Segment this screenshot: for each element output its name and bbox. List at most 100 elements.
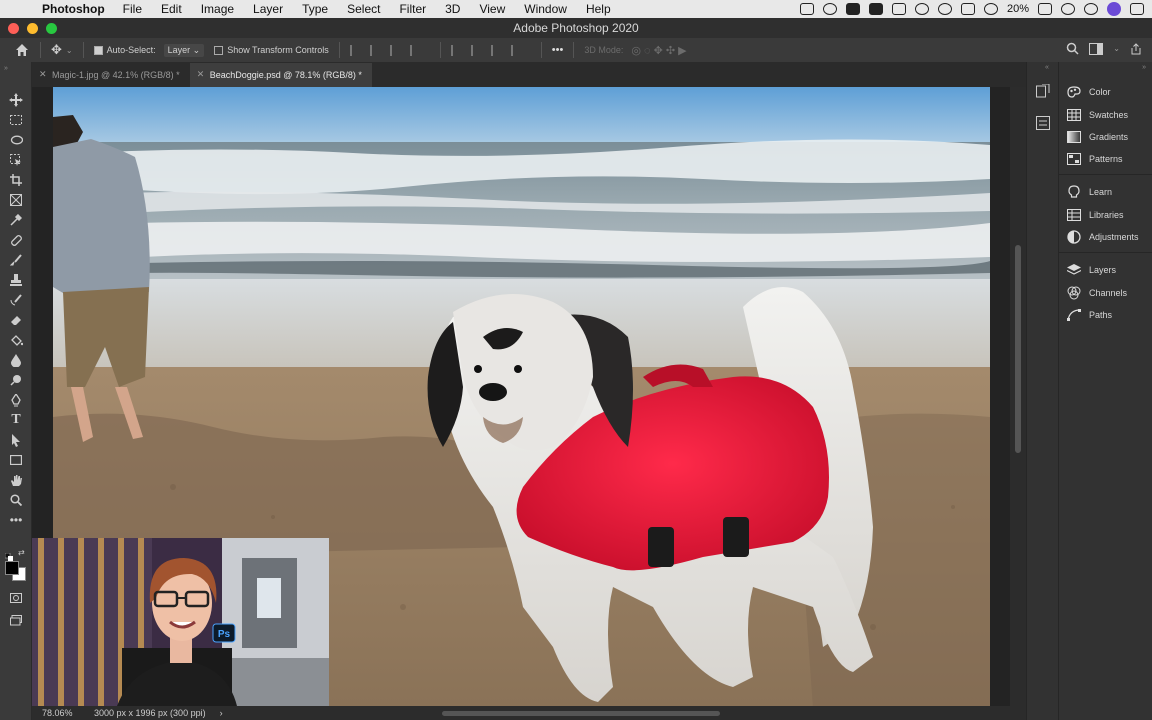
marquee-tool-icon[interactable]: [8, 112, 24, 128]
display-icon[interactable]: [960, 3, 975, 15]
user-avatar[interactable]: [1107, 2, 1121, 16]
tab-beachdoggie[interactable]: ✕ BeachDoggie.psd @ 78.1% (RGB/8) *: [189, 63, 372, 87]
distribute-vertical-icon[interactable]: [510, 44, 522, 56]
menu-3d[interactable]: 3D: [445, 2, 460, 16]
auto-select-dropdown[interactable]: Layer ⌄: [163, 43, 205, 57]
move-tool-icon[interactable]: [8, 92, 24, 108]
vpn-icon[interactable]: [891, 3, 906, 15]
minimize-window-button[interactable]: [27, 23, 38, 34]
panel-layers[interactable]: Layers: [1067, 260, 1116, 280]
menu-layer[interactable]: Layer: [253, 2, 283, 16]
bitdefender-icon[interactable]: [868, 3, 883, 15]
move-tool-preset-icon[interactable]: ✥: [51, 42, 62, 58]
default-colors-icon[interactable]: [4, 548, 13, 561]
menu-type[interactable]: Type: [302, 2, 328, 16]
quick-mask-icon[interactable]: [8, 590, 24, 606]
panel-swatches[interactable]: Swatches: [1067, 105, 1128, 125]
auto-select-checkbox[interactable]: [93, 45, 103, 55]
vertical-scrollbar[interactable]: [1010, 87, 1026, 708]
frame-tool-icon[interactable]: [8, 192, 24, 208]
paint-bucket-tool-icon[interactable]: [8, 332, 24, 348]
panel-color[interactable]: Color: [1067, 82, 1111, 102]
close-tab-icon[interactable]: ✕: [197, 69, 205, 80]
align-left-icon[interactable]: [349, 44, 361, 56]
object-select-tool-icon[interactable]: [8, 152, 24, 168]
panel-patterns[interactable]: Patterns: [1067, 149, 1123, 169]
link-icon[interactable]: [937, 3, 952, 15]
menu-photoshop[interactable]: Photoshop: [42, 2, 105, 16]
menu-window[interactable]: Window: [524, 2, 567, 16]
workspace-icon[interactable]: [1089, 42, 1104, 55]
panel-libraries[interactable]: Libraries: [1067, 205, 1124, 225]
menu-help[interactable]: Help: [586, 2, 611, 16]
panel-adjustments[interactable]: Adjustments: [1067, 227, 1139, 247]
zoom-window-button[interactable]: [46, 23, 57, 34]
battery-icon[interactable]: [1038, 3, 1052, 15]
align-right-icon[interactable]: [389, 44, 401, 56]
share-icon[interactable]: [1130, 42, 1142, 55]
eyedropper-tool-icon[interactable]: [8, 212, 24, 228]
path-selection-tool-icon[interactable]: [8, 432, 24, 448]
clone-stamp-tool-icon[interactable]: [8, 272, 24, 288]
menu-image[interactable]: Image: [201, 2, 234, 16]
tab-magic-1[interactable]: ✕ Magic-1.jpg @ 42.1% (RGB/8) *: [32, 63, 190, 87]
record-icon[interactable]: [822, 3, 837, 15]
search-icon[interactable]: [1084, 3, 1098, 15]
collapse-icons-icon[interactable]: «: [1045, 64, 1049, 71]
shield-icon[interactable]: [845, 3, 860, 15]
show-transform-checkbox[interactable]: [214, 45, 224, 55]
menu-select[interactable]: Select: [347, 2, 380, 16]
horizontal-scroll-thumb[interactable]: [442, 711, 720, 716]
history-brush-tool-icon[interactable]: [8, 292, 24, 308]
menu-view[interactable]: View: [479, 2, 505, 16]
distribute-icon[interactable]: [409, 44, 421, 56]
vertical-scroll-thumb[interactable]: [1015, 245, 1021, 453]
foreground-color-swatch[interactable]: [5, 561, 19, 575]
zoom-tool-icon[interactable]: [8, 492, 24, 508]
menu-edit[interactable]: Edit: [161, 2, 182, 16]
preset-chevron-icon[interactable]: ⌄: [66, 46, 73, 55]
collapse-panels-icon[interactable]: »: [1142, 64, 1146, 71]
close-tab-icon[interactable]: ✕: [39, 69, 47, 80]
3d-orbit-icon[interactable]: ◎ ◌ ✥ ✣ ▶: [631, 44, 686, 57]
brush-tool-icon[interactable]: [8, 252, 24, 268]
blur-tool-icon[interactable]: [8, 352, 24, 368]
panel-channels[interactable]: Channels: [1067, 283, 1127, 303]
panel-learn[interactable]: Learn: [1067, 182, 1112, 202]
properties-panel-icon[interactable]: [1036, 116, 1050, 135]
type-tool-icon[interactable]: T: [8, 412, 24, 428]
settings-icon[interactable]: [914, 3, 929, 15]
align-middle-icon[interactable]: [470, 44, 482, 56]
camera-icon[interactable]: [799, 3, 814, 15]
swap-colors-icon[interactable]: ⇄: [18, 548, 25, 557]
align-center-icon[interactable]: [369, 44, 381, 56]
status-menu-chevron[interactable]: ›: [220, 708, 223, 718]
edit-toolbar-icon[interactable]: •••: [8, 512, 24, 528]
crop-tool-icon[interactable]: [8, 172, 24, 188]
lasso-tool-icon[interactable]: [8, 132, 24, 148]
menu-file[interactable]: File: [123, 2, 142, 16]
close-window-button[interactable]: [8, 23, 19, 34]
wifi-icon[interactable]: [983, 3, 998, 15]
rectangle-tool-icon[interactable]: [8, 452, 24, 468]
history-panel-icon[interactable]: [1036, 83, 1050, 103]
notification-center-icon[interactable]: [1130, 3, 1144, 15]
more-options-button[interactable]: •••: [552, 44, 564, 56]
dodge-tool-icon[interactable]: [8, 372, 24, 388]
panel-gradients[interactable]: Gradients: [1067, 127, 1128, 147]
screen-mode-icon[interactable]: [8, 612, 24, 628]
home-icon[interactable]: [14, 42, 30, 58]
menu-filter[interactable]: Filter: [399, 2, 426, 16]
align-top-icon[interactable]: [450, 44, 462, 56]
collapse-tools-icon[interactable]: »: [4, 65, 8, 72]
align-bottom-icon[interactable]: [490, 44, 502, 56]
hand-tool-icon[interactable]: [8, 472, 24, 488]
pen-tool-icon[interactable]: [8, 392, 24, 408]
search-icon[interactable]: [1066, 42, 1079, 55]
clock-icon[interactable]: [1061, 3, 1075, 15]
eraser-tool-icon[interactable]: [8, 312, 24, 328]
panel-paths[interactable]: Paths: [1067, 305, 1112, 325]
workspace-chevron-icon[interactable]: ⌄: [1113, 44, 1120, 53]
healing-brush-tool-icon[interactable]: [8, 232, 24, 248]
zoom-level[interactable]: 78.06%: [42, 708, 82, 718]
